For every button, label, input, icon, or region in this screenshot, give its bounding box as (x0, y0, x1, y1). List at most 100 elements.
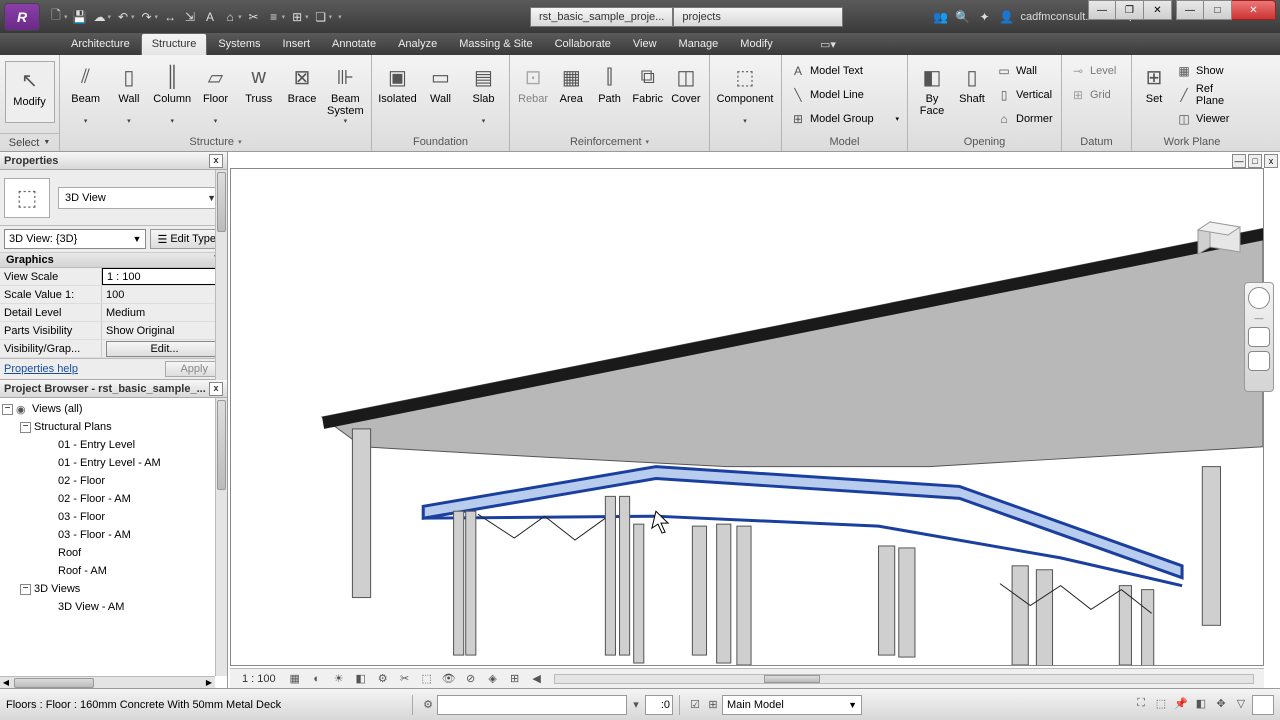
section-icon[interactable]: ✂ (244, 7, 264, 27)
select-underlay-icon[interactable]: ⬚ (1152, 695, 1170, 713)
app-close-button[interactable]: ✕ (1232, 0, 1276, 20)
tab-annotate[interactable]: Annotate (321, 33, 387, 55)
model-groups-icon[interactable]: ⊞ (704, 696, 722, 714)
drag-elements-icon[interactable]: ✥ (1212, 695, 1230, 713)
viewer-button[interactable]: ◫Viewer (1172, 107, 1248, 131)
filter-icon[interactable]: ▽ (1232, 695, 1250, 713)
show-button[interactable]: ▦Show (1172, 59, 1248, 83)
measure-icon[interactable]: ↔ (160, 7, 180, 27)
thin-lines-icon[interactable]: ≡ (264, 7, 284, 27)
tree-item[interactable]: 3D View - AM (2, 598, 213, 616)
pan-icon[interactable] (1248, 327, 1270, 347)
temporary-hide-icon[interactable]: ⊘ (462, 671, 480, 687)
3d-view-canvas[interactable] (230, 168, 1264, 666)
browser-vscroll[interactable] (215, 398, 227, 676)
brace-button[interactable]: ⊠Brace (280, 59, 323, 119)
path-button[interactable]: ⫿Path (590, 59, 628, 119)
beam-system-button[interactable]: ⊪Beam System▾ (324, 59, 367, 127)
refplane-button[interactable]: ╱Ref Plane (1172, 83, 1248, 107)
tree-item[interactable]: 02 - Floor (2, 472, 213, 490)
worksets-icon[interactable]: ⚙ (419, 696, 437, 714)
close-hidden-icon[interactable]: ⊞ (287, 7, 307, 27)
select-pinned-icon[interactable]: 📌 (1172, 695, 1190, 713)
exchange-icon[interactable]: ✦ (975, 7, 995, 27)
crop-region-icon[interactable]: ⬚ (418, 671, 436, 687)
modify-button[interactable]: ↖ Modify (5, 61, 55, 123)
unhide-icon[interactable]: 👁 (440, 671, 458, 687)
prop-view-scale[interactable]: View Scale1 : 100 (0, 268, 227, 286)
properties-scrollbar[interactable] (215, 170, 227, 380)
opening-wall-button[interactable]: ▭Wall (992, 59, 1057, 83)
active-workset-field[interactable] (437, 695, 627, 715)
app-minimize-button[interactable]: — (1176, 0, 1204, 20)
tree-item[interactable]: 03 - Floor (2, 508, 213, 526)
doc-restore-button[interactable]: ❐ (1116, 0, 1144, 20)
select-links-icon[interactable]: ⛶ (1132, 695, 1150, 713)
prop-detail-level[interactable]: Detail LevelMedium (0, 304, 227, 322)
shadows-icon[interactable]: ◧ (352, 671, 370, 687)
area-button[interactable]: ▦Area (552, 59, 590, 119)
save-icon[interactable]: 💾 (70, 7, 90, 27)
rendering-icon[interactable]: ⚙ (374, 671, 392, 687)
doc-close-button[interactable]: ✕ (1144, 0, 1172, 20)
path-segment[interactable]: projects (673, 7, 843, 27)
model-line-button[interactable]: ╲Model Line (786, 83, 903, 107)
foundation-wall-button[interactable]: ▭Wall (419, 59, 462, 119)
tab-modify[interactable]: Modify (729, 33, 783, 55)
tree-item[interactable]: 01 - Entry Level (2, 436, 213, 454)
tree-3d-views[interactable]: −3D Views (2, 580, 213, 598)
text-icon[interactable]: A (200, 7, 220, 27)
zoom-icon[interactable] (1248, 351, 1270, 371)
switch-windows-icon[interactable]: ❏ (311, 7, 331, 27)
tree-item[interactable]: 02 - Floor - AM (2, 490, 213, 508)
detail-level-icon[interactable]: ▦ (286, 671, 304, 687)
redo-icon[interactable]: ↷ (137, 7, 157, 27)
dormer-button[interactable]: ⌂Dormer (992, 107, 1057, 131)
browser-hscroll[interactable]: ◀▶ (0, 676, 215, 688)
wall-button[interactable]: ▯Wall▾ (107, 59, 150, 127)
crop-icon[interactable]: ✂ (396, 671, 414, 687)
view-minimize-button[interactable]: — (1232, 154, 1246, 168)
search-icon[interactable]: 🔍 (953, 7, 973, 27)
steering-wheel-icon[interactable] (1248, 287, 1270, 309)
signin-icon[interactable]: 👤 (997, 7, 1017, 27)
tab-structure[interactable]: Structure (141, 33, 208, 55)
prop-visibility-graphics[interactable]: Visibility/Grap...Edit... (0, 340, 227, 358)
properties-group-graphics[interactable]: Graphics⮟ (0, 253, 227, 268)
app-maximize-button[interactable]: □ (1204, 0, 1232, 20)
fabric-button[interactable]: ⧉Fabric (629, 59, 667, 119)
editable-icon[interactable]: ☑ (686, 696, 704, 714)
tab-collaborate[interactable]: Collaborate (544, 33, 622, 55)
tree-structural-plans[interactable]: −Structural Plans (2, 418, 213, 436)
component-button[interactable]: ⬚Component▾ (714, 59, 776, 127)
shaft-button[interactable]: ▯Shaft (952, 59, 992, 119)
3d-icon[interactable]: ⌂ (220, 7, 240, 27)
visibility-edit-button[interactable]: Edit... (106, 341, 223, 357)
tab-insert[interactable]: Insert (272, 33, 322, 55)
view-close-button[interactable]: x (1264, 154, 1278, 168)
byface-button[interactable]: ◧By Face (912, 59, 952, 119)
view-cube[interactable] (1190, 212, 1250, 262)
undo-icon[interactable]: ↶ (113, 7, 133, 27)
tree-item[interactable]: 03 - Floor - AM (2, 526, 213, 544)
prop-scale-value[interactable]: Scale Value 1:100 (0, 286, 227, 304)
doc-minimize-button[interactable]: — (1088, 0, 1116, 20)
properties-close-button[interactable]: x (209, 154, 223, 168)
tree-item[interactable]: 01 - Entry Level - AM (2, 454, 213, 472)
editable-only-icon[interactable]: ▾ (627, 696, 645, 714)
type-selector-dropdown[interactable]: 3D View▼ (58, 187, 223, 209)
prop-parts-visibility[interactable]: Parts VisibilityShow Original (0, 322, 227, 340)
view-maximize-button[interactable]: □ (1248, 154, 1262, 168)
properties-help-link[interactable]: Properties help (4, 363, 78, 375)
tab-massing[interactable]: Massing & Site (448, 33, 543, 55)
model-text-button[interactable]: AModel Text (786, 59, 903, 83)
cover-button[interactable]: ◫Cover (667, 59, 705, 119)
edit-type-button[interactable]: ☰Edit Type (150, 229, 223, 249)
instance-selector-dropdown[interactable]: 3D View: {3D}▼ (4, 229, 146, 249)
truss-button[interactable]: ᴡTruss (237, 59, 280, 119)
worksharing-display-icon[interactable]: ⊞ (506, 671, 524, 687)
app-menu-button[interactable]: R (4, 3, 40, 31)
select-face-icon[interactable]: ◧ (1192, 695, 1210, 713)
tab-view[interactable]: View (622, 33, 668, 55)
select-dropdown[interactable]: Select▼ (0, 133, 59, 151)
